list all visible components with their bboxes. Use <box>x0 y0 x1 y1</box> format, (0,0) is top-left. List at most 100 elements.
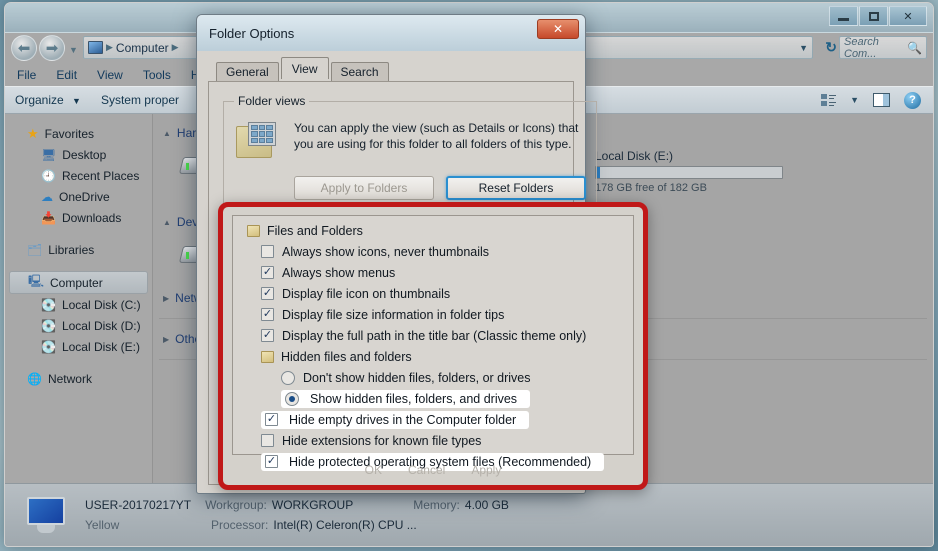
selected-row-highlight: ✓ Hide empty drives in the Computer folde… <box>261 410 530 429</box>
advanced-setting-label: Always show icons, never thumbnails <box>282 244 490 259</box>
menu-tools[interactable]: Tools <box>143 68 171 82</box>
reset-folders-button[interactable]: Reset Folders <box>446 176 586 200</box>
radio-unselected-icon[interactable] <box>281 370 295 385</box>
organize-button[interactable]: Organize ▼ <box>5 93 91 107</box>
sidebar-item-recent-places[interactable]: 🕘 Recent Places <box>5 165 152 186</box>
sidebar-item-onedrive[interactable]: ☁ OneDrive <box>5 186 152 207</box>
ghost-cancel[interactable]: Cancel <box>408 463 445 477</box>
menu-file[interactable]: File <box>17 68 36 82</box>
sidebar-item-libraries[interactable]: 🗂 Libraries <box>5 239 152 260</box>
advanced-setting-row[interactable]: ✓ Display the full path in the title bar … <box>239 325 633 346</box>
status-workgroup-value: WORKGROUP <box>271 498 354 512</box>
recent-pages-dropdown[interactable]: ▼ <box>69 45 78 55</box>
advanced-setting-row[interactable]: ✓ Hide empty drives in the Computer folde… <box>239 409 633 430</box>
back-button[interactable]: ⬅ <box>11 35 37 61</box>
minimize-button[interactable] <box>829 6 858 26</box>
tab-general[interactable]: General <box>216 62 279 81</box>
checkbox-checked-icon[interactable]: ✓ <box>261 287 274 300</box>
maximize-icon <box>868 11 879 21</box>
menu-view[interactable]: View <box>97 68 123 82</box>
forward-arrow-icon: ➡ <box>45 40 59 57</box>
advanced-setting-row[interactable]: ✓ Always show menus <box>239 262 633 283</box>
tab-view[interactable]: View <box>280 57 329 79</box>
sidebar-item-computer[interactable]: 🖳 Computer <box>9 271 148 294</box>
ghost-apply[interactable]: Apply <box>471 463 501 477</box>
folder-views-group: Folder views You can apply the view (suc… <box>223 94 597 215</box>
sidebar-item-disk-e[interactable]: 💽 Local Disk (E:) <box>5 336 152 357</box>
search-icon: 🔍 <box>907 40 922 55</box>
ghost-ok[interactable]: OK <box>365 463 382 477</box>
sidebar-item-downloads[interactable]: 📥 Downloads <box>5 207 152 228</box>
advanced-setting-row[interactable]: Show hidden files, folders, and drives <box>239 388 633 409</box>
folder-views-description: You can apply the view (such as Details … <box>294 121 579 151</box>
folder-icon <box>261 350 274 363</box>
organize-label: Organize <box>15 93 64 107</box>
refresh-icon[interactable]: ↻ <box>825 39 837 56</box>
checkbox-checked-icon[interactable]: ✓ <box>265 413 278 426</box>
dialog-tabs: General View Search <box>208 57 574 81</box>
forward-button[interactable]: ➡ <box>39 35 65 61</box>
advanced-setting-row[interactable]: Files and Folders <box>239 220 633 241</box>
maximize-button[interactable] <box>859 6 888 26</box>
system-properties-button[interactable]: System proper <box>91 93 189 107</box>
sidebar-item-desktop[interactable]: 🖥 Desktop <box>5 144 152 165</box>
sidebar-label-downloads: Downloads <box>61 210 122 225</box>
radio-selected-icon[interactable] <box>285 391 299 406</box>
tab-search[interactable]: Search <box>330 62 389 81</box>
advanced-setting-label: Hidden files and folders <box>281 349 412 364</box>
checkbox-unchecked-icon[interactable] <box>261 245 274 258</box>
breadcrumb-computer[interactable]: Computer <box>116 41 169 55</box>
sidebar-item-disk-c[interactable]: 💽 Local Disk (C:) <box>5 294 152 315</box>
advanced-setting-row[interactable]: ✓ Display file icon on thumbnails <box>239 283 633 304</box>
checkbox-checked-icon[interactable]: ✓ <box>261 329 274 342</box>
breadcrumb-separator-2-icon[interactable]: ▶ <box>172 42 179 53</box>
advanced-setting-label: Show hidden files, folders, and drives <box>307 390 524 407</box>
change-view-icon[interactable] <box>821 93 837 107</box>
sidebar-item-disk-d[interactable]: 💽 Local Disk (D:) <box>5 315 152 336</box>
help-icon[interactable]: ? <box>904 91 921 109</box>
checkbox-checked-icon[interactable]: ✓ <box>261 308 274 321</box>
expander-icon[interactable]: ▲ <box>163 129 171 138</box>
close-button[interactable]: ✕ <box>889 6 927 26</box>
advanced-settings-highlight-box: Files and Folders Always show icons, neve… <box>218 202 648 490</box>
advanced-setting-row[interactable]: Hide extensions for known file types <box>239 430 633 451</box>
status-processor-label: Processor: <box>211 518 269 532</box>
advanced-setting-row[interactable]: Always show icons, never thumbnails <box>239 241 633 262</box>
desktop-icon: 🖥 <box>41 147 57 162</box>
dialog-ghost-buttons: OK Cancel Apply <box>223 455 643 485</box>
advanced-setting-row[interactable]: Don't show hidden files, folders, or dri… <box>239 367 633 388</box>
expander-icon-network[interactable]: ▶ <box>163 294 169 303</box>
computer-icon: 🖳 <box>28 274 45 288</box>
expander-icon-other[interactable]: ▶ <box>163 335 169 344</box>
dialog-titlebar: Folder Options ✕ <box>197 15 585 51</box>
expander-icon-devices[interactable]: ▲ <box>163 218 171 227</box>
folder-view-icon <box>234 120 280 164</box>
computer-icon <box>88 41 103 54</box>
menu-edit[interactable]: Edit <box>56 68 77 82</box>
dialog-close-button[interactable]: ✕ <box>537 19 579 39</box>
minimize-icon <box>838 17 849 21</box>
preview-pane-icon[interactable] <box>873 93 890 107</box>
network-icon: 🌐 <box>27 371 42 386</box>
status-memory-label: Memory: <box>413 498 460 512</box>
advanced-setting-row[interactable]: Hidden files and folders <box>239 346 633 367</box>
advanced-settings-list[interactable]: Files and Folders Always show icons, neve… <box>232 215 634 471</box>
advanced-setting-label: Display the full path in the title bar (… <box>282 328 587 343</box>
window-controls: ✕ <box>829 6 927 26</box>
checkbox-unchecked-icon[interactable] <box>261 434 274 447</box>
view-chevron-down-icon[interactable]: ▼ <box>850 95 859 105</box>
advanced-setting-row[interactable]: ✓ Display file size information in folder… <box>239 304 633 325</box>
close-icon: ✕ <box>552 22 564 36</box>
sidebar-item-network[interactable]: 🌐 Network <box>5 368 152 389</box>
search-input[interactable]: Search Com... 🔍 <box>839 36 927 60</box>
breadcrumb-separator-icon[interactable]: ▶ <box>106 42 113 53</box>
apply-to-folders-button[interactable]: Apply to Folders <box>294 176 434 200</box>
address-dropdown-icon[interactable]: ▼ <box>799 43 808 53</box>
sidebar-item-favorites[interactable]: ★ Favorites <box>5 123 152 144</box>
star-icon: ★ <box>27 125 39 141</box>
checkbox-checked-icon[interactable]: ✓ <box>261 266 274 279</box>
disk-d-icon: 💽 <box>41 318 56 333</box>
